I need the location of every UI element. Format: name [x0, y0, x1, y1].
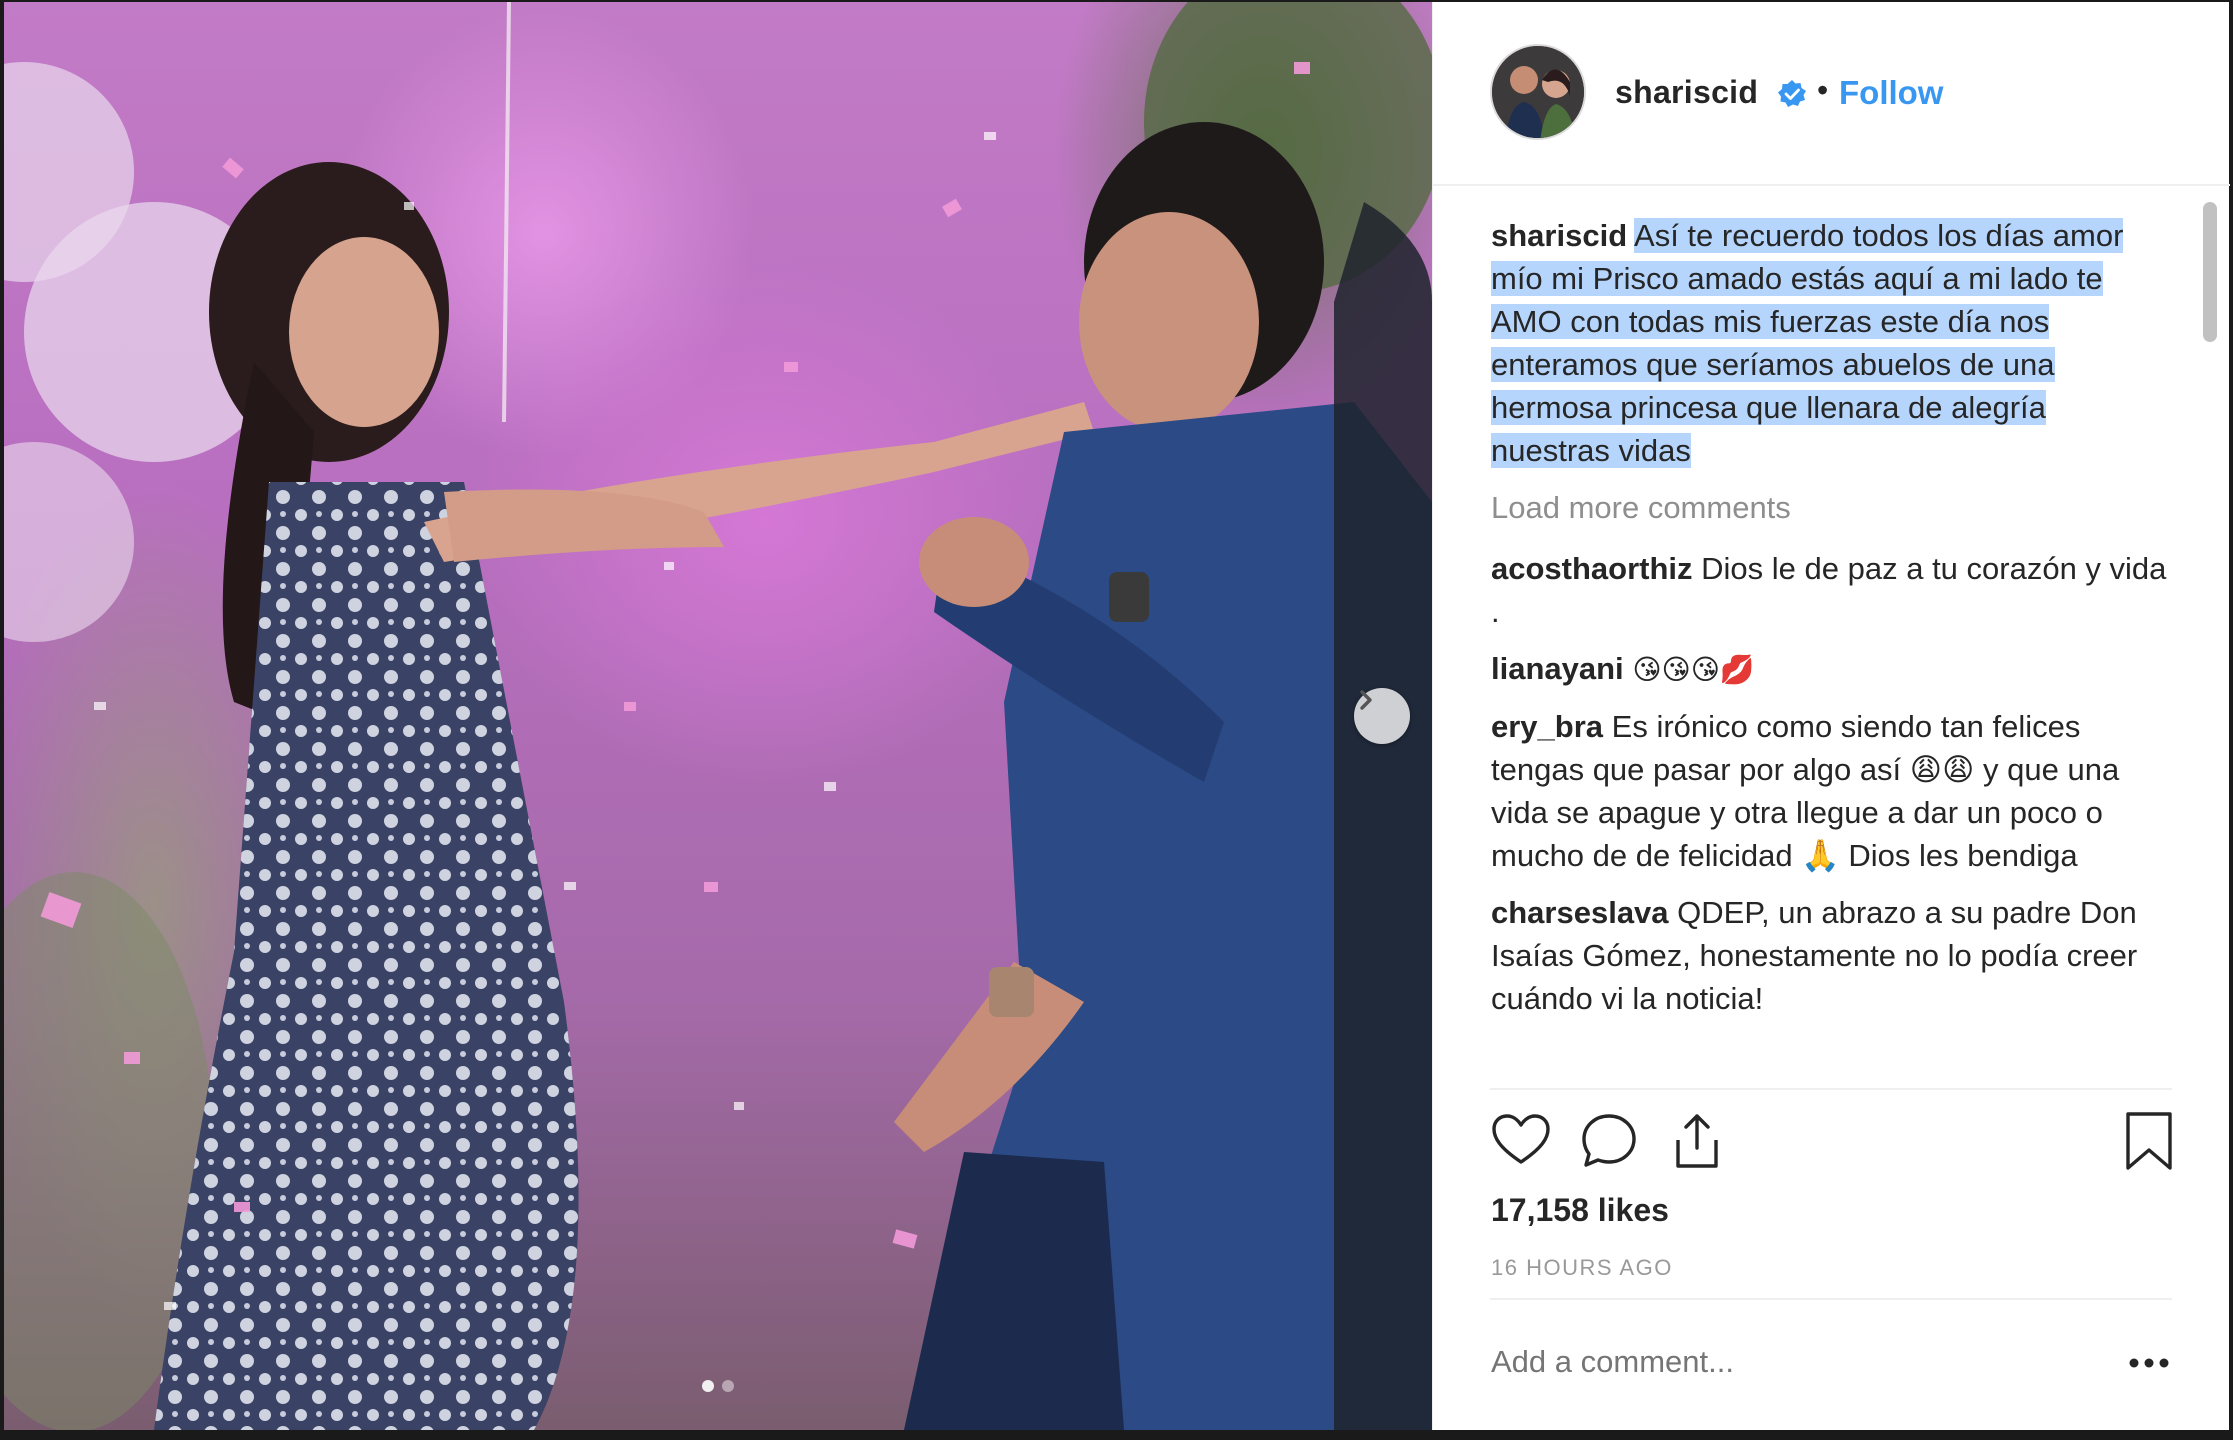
comment-item: ery_bra Es irónico como siendo tan felic…	[1491, 705, 2171, 877]
photo-illustration	[4, 2, 1432, 1430]
verified-badge-icon	[1778, 80, 1806, 107]
carousel-next-button[interactable]	[1354, 688, 1410, 744]
comment-bubble-icon[interactable]	[1578, 1110, 1640, 1172]
comment-username[interactable]: ery_bra	[1491, 709, 1603, 744]
caption: shariscid Así te recuerdo todos los días…	[1491, 214, 2171, 472]
comments-scrollbar[interactable]	[2199, 196, 2217, 1086]
comment-username[interactable]: charseslava	[1491, 895, 1669, 930]
comment-item: charseslava QDEP, un abrazo a su padre D…	[1491, 891, 2171, 1020]
comment-text: 😘😘😘💋	[1632, 653, 1755, 686]
header-username[interactable]: shariscid	[1615, 74, 1758, 111]
follow-button[interactable]: Follow	[1839, 74, 1943, 112]
caption-text: Así te recuerdo todos los días amor mío …	[1491, 218, 2124, 468]
carousel-indicator	[702, 1380, 734, 1392]
divider	[1490, 1298, 2172, 1300]
bookmark-icon[interactable]	[2118, 1110, 2180, 1172]
chevron-right-icon	[1360, 690, 1372, 710]
comment-username[interactable]: lianayani	[1491, 651, 1624, 686]
comment-username[interactable]: acosthaorthiz	[1491, 551, 1693, 586]
avatar[interactable]	[1490, 44, 1586, 140]
divider	[1490, 1088, 2172, 1090]
instagram-post-window: shariscid • Follow shariscid Así te recu…	[0, 0, 2233, 1440]
load-more-comments-button[interactable]: Load more comments	[1491, 486, 2171, 529]
comment-item: acosthaorthiz Dios le de paz a tu corazó…	[1491, 547, 2171, 633]
post-photo[interactable]	[4, 2, 1432, 1430]
share-icon[interactable]	[1666, 1110, 1728, 1172]
comment-item: lianayani 😘😘😘💋	[1491, 647, 2171, 691]
post-header: shariscid • Follow	[1433, 2, 2230, 186]
add-comment-input[interactable]	[1491, 1344, 2091, 1380]
scrollbar-thumb[interactable]	[2203, 202, 2217, 342]
separator-dot: •	[1817, 72, 1829, 108]
carousel-dot	[722, 1380, 734, 1392]
caption-username[interactable]: shariscid	[1491, 218, 1627, 253]
ellipsis-icon[interactable]	[2127, 1356, 2171, 1370]
carousel-dot-active	[702, 1380, 714, 1392]
like-count[interactable]: 17,158 likes	[1491, 1192, 1669, 1229]
heart-icon[interactable]	[1490, 1110, 1552, 1172]
comments-list: shariscid Así te recuerdo todos los días…	[1491, 214, 2171, 1034]
avatar-image	[1492, 46, 1584, 138]
post-timestamp[interactable]: 16 HOURS AGO	[1491, 1255, 1673, 1281]
post-sidebar: shariscid • Follow shariscid Así te recu…	[1432, 2, 2230, 1430]
action-bar	[1490, 1110, 2180, 1180]
